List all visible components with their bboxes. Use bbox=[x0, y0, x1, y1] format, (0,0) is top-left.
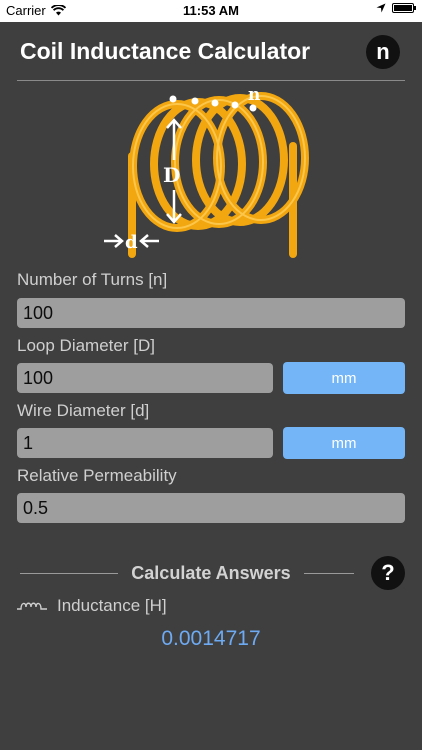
diameter-symbol: D bbox=[163, 163, 180, 187]
section-divider-right bbox=[304, 573, 354, 574]
wire-diameter-unit-label: mm bbox=[331, 434, 357, 452]
help-icon: ? bbox=[381, 560, 395, 585]
loop-diameter-unit-button[interactable]: mm bbox=[283, 362, 405, 394]
inductance-row: Inductance [H] bbox=[17, 596, 167, 616]
coil-diagram: n D d bbox=[104, 86, 309, 258]
turns-label: Number of Turns [n] bbox=[17, 270, 168, 289]
wire-symbol: d bbox=[125, 232, 138, 253]
inductance-value: 0.0014717 bbox=[161, 627, 261, 650]
status-bar: Carrier 11:53 AM bbox=[0, 0, 422, 22]
calculate-answers-heading: Calculate Answers bbox=[131, 563, 291, 583]
page-title: Coil Inductance Calculator bbox=[20, 38, 311, 64]
loop-diameter-unit-label: mm bbox=[331, 369, 357, 387]
inductor-icon bbox=[17, 602, 47, 610]
turns-symbol: n bbox=[248, 86, 260, 105]
wire-diameter-input[interactable]: 1 bbox=[17, 428, 273, 458]
location-arrow-icon bbox=[376, 3, 386, 13]
turns-input[interactable]: 100 bbox=[17, 298, 405, 328]
battery-icon bbox=[392, 3, 416, 13]
loop-diameter-label: Loop Diameter [D] bbox=[17, 336, 155, 355]
help-button[interactable]: ? bbox=[371, 556, 405, 590]
wire-diameter-unit-button[interactable]: mm bbox=[283, 427, 405, 459]
header-divider bbox=[17, 80, 405, 81]
status-time: 11:53 AM bbox=[183, 3, 239, 18]
inductance-label: Inductance [H] bbox=[57, 596, 167, 615]
logo-letter: n bbox=[376, 39, 390, 64]
wire-diameter-label: Wire Diameter [d] bbox=[17, 401, 150, 420]
permeability-input[interactable]: 0.5 bbox=[17, 493, 405, 523]
loop-diameter-input[interactable]: 100 bbox=[17, 363, 273, 393]
app-logo-button[interactable]: n bbox=[366, 35, 400, 69]
permeability-label: Relative Permeability bbox=[17, 466, 177, 485]
status-right bbox=[376, 3, 416, 13]
